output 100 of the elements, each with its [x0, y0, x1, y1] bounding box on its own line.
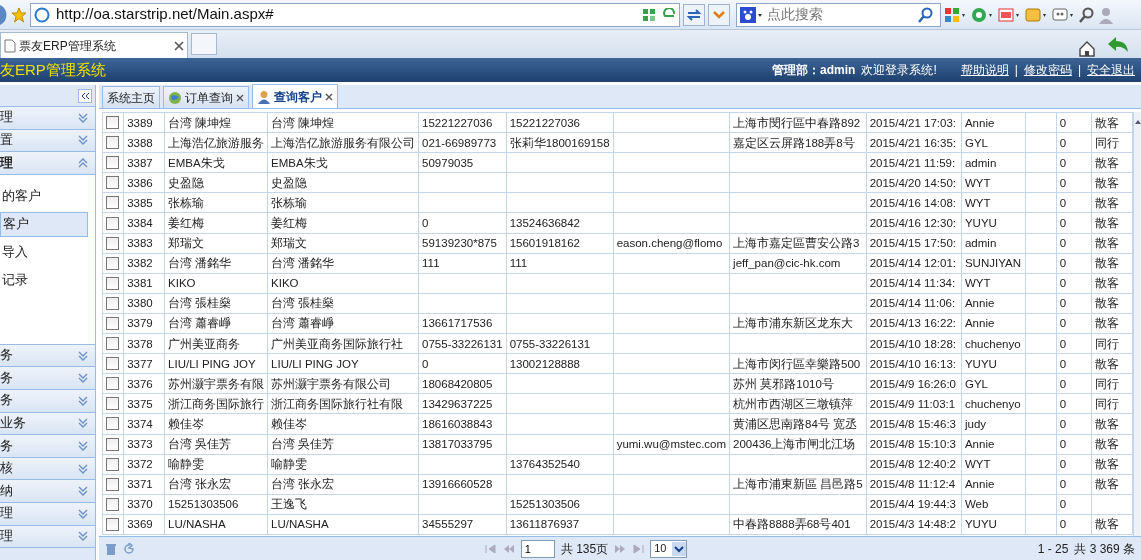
- dropdown-icon[interactable]: [708, 3, 730, 26]
- table-cell: WYT: [961, 454, 1026, 475]
- checkbox[interactable]: [105, 337, 119, 351]
- accordion-header[interactable]: 理: [0, 525, 95, 549]
- grid-icon[interactable]: [944, 5, 968, 24]
- checkbox[interactable]: [105, 216, 119, 230]
- grid-icon[interactable]: [642, 7, 656, 22]
- checkbox[interactable]: [105, 517, 119, 531]
- accordion-header[interactable]: 核: [0, 457, 95, 481]
- table-cell: admin: [961, 233, 1026, 254]
- table-cell: 0: [1056, 172, 1092, 193]
- tab[interactable]: 订单查询: [162, 86, 249, 108]
- accordion-header[interactable]: 理: [0, 152, 95, 175]
- accordion-header[interactable]: 理: [0, 502, 95, 526]
- user-label: 管理部：admin: [772, 62, 856, 79]
- table-cell: LIU/LI PING JOY: [267, 353, 419, 374]
- sidebar-item[interactable]: 导入: [0, 239, 88, 265]
- star-icon[interactable]: [11, 6, 27, 23]
- checkbox[interactable]: [105, 196, 119, 210]
- chat-icon[interactable]: [1052, 5, 1076, 24]
- app-title: 友ERP管理系统: [0, 59, 107, 80]
- page-count: 共 135页: [560, 540, 609, 558]
- accordion-header[interactable]: 置: [0, 129, 95, 153]
- table-cell: 2015/4/10 18:28:: [866, 333, 962, 354]
- checkbox[interactable]: [105, 377, 119, 391]
- table-cell: YUYU: [961, 514, 1026, 535]
- close-icon[interactable]: [174, 40, 184, 51]
- table-cell: 散客: [1091, 434, 1133, 455]
- page-size-select[interactable]: 10: [650, 539, 688, 558]
- table-cell: 台湾 吳佳芳: [267, 434, 419, 455]
- table-cell: 3373: [123, 434, 165, 455]
- checkbox[interactable]: [105, 296, 119, 310]
- header-link[interactable]: 修改密码: [1023, 61, 1072, 79]
- checkbox[interactable]: [105, 417, 119, 431]
- table-cell: 台湾 張桂燊: [164, 293, 268, 314]
- checkbox[interactable]: [105, 116, 119, 130]
- table-cell: 喻静雯: [164, 454, 268, 475]
- accordion-header[interactable]: 务: [0, 344, 95, 368]
- search-box[interactable]: 点此搜索: [736, 2, 941, 27]
- table-cell: 0: [1056, 233, 1092, 254]
- header-link[interactable]: 安全退出: [1087, 61, 1135, 79]
- table-cell: 3378: [123, 333, 165, 354]
- sidebar-item[interactable]: 的客户: [0, 183, 88, 209]
- sidebar-item[interactable]: 记录: [0, 267, 88, 293]
- close-icon[interactable]: [235, 93, 244, 102]
- separator: |: [1014, 62, 1018, 79]
- table-cell: 111: [418, 253, 507, 274]
- accordion-header[interactable]: 务: [0, 367, 95, 390]
- collapse-icon[interactable]: [77, 88, 92, 103]
- page-field[interactable]: 1: [520, 539, 555, 558]
- tab[interactable]: 系统主页: [101, 86, 160, 108]
- checkbox[interactable]: [105, 357, 119, 371]
- table-cell: 2015/4/20 14:50:: [866, 172, 962, 193]
- home-icon[interactable]: [1078, 40, 1096, 58]
- accordion-header[interactable]: 业务: [0, 412, 95, 436]
- table-cell: 3370: [123, 494, 165, 515]
- table-cell: 0: [1056, 333, 1092, 354]
- checkbox[interactable]: [105, 156, 119, 170]
- checkbox[interactable]: [105, 477, 119, 491]
- close-icon[interactable]: [324, 92, 333, 101]
- table-cell: 浙江商务国际旅行社有限: [267, 393, 419, 414]
- table-cell: LU/NASHA: [267, 514, 419, 535]
- table-cell: 2015/4/14 12:01:: [866, 253, 962, 274]
- table-cell: GYL: [961, 132, 1026, 153]
- table-cell: 3375: [123, 393, 165, 414]
- checkbox[interactable]: [105, 276, 119, 290]
- table-cell: 2015/4/8 11:12:4: [866, 474, 962, 495]
- table-cell: 上海市闵行區幸樂路500: [729, 353, 867, 374]
- table-cell: 散客: [1091, 454, 1133, 475]
- back-arrow-icon[interactable]: [1107, 36, 1129, 54]
- table-cell: 3387: [123, 152, 165, 173]
- table-cell: 2015/4/8 15:10:3: [866, 434, 962, 455]
- tab[interactable]: 查询客户: [251, 84, 338, 108]
- browser-tab[interactable]: 票友ERP管理系统: [0, 32, 188, 58]
- table-cell: 台湾 陳坤煌: [267, 112, 419, 133]
- accordion-header[interactable]: 务: [0, 435, 95, 458]
- accordion-header[interactable]: 纳: [0, 480, 95, 503]
- checkbox[interactable]: [105, 497, 119, 511]
- checkbox[interactable]: [105, 457, 119, 471]
- table-cell: 13002128888: [506, 353, 614, 374]
- checkbox[interactable]: [105, 437, 119, 451]
- table-cell: 18068420805: [418, 373, 507, 394]
- table-cell: 2015/4/9 11:03:1: [866, 393, 962, 414]
- table-cell: 18616038843: [418, 413, 507, 434]
- checkbox[interactable]: [105, 136, 119, 150]
- checkbox[interactable]: [105, 236, 119, 250]
- accordion-header[interactable]: 理: [0, 107, 95, 130]
- search-icon[interactable]: [1079, 6, 1095, 23]
- address-field[interactable]: http://oa.starstrip.net/Main.aspx#: [30, 2, 680, 27]
- search-field[interactable]: 点此搜索: [765, 3, 915, 26]
- checkbox[interactable]: [105, 256, 119, 270]
- sidebar-item[interactable]: 客户: [0, 211, 88, 237]
- search-icon[interactable]: [918, 6, 934, 23]
- checkbox[interactable]: [105, 397, 119, 411]
- checkbox[interactable]: [105, 176, 119, 190]
- accordion-header[interactable]: 务: [0, 389, 95, 413]
- checkbox[interactable]: [105, 317, 119, 330]
- trash-icon[interactable]: [104, 542, 117, 555]
- table-cell: LU/NASHA: [164, 514, 268, 535]
- header-link[interactable]: 帮助说明: [960, 61, 1009, 79]
